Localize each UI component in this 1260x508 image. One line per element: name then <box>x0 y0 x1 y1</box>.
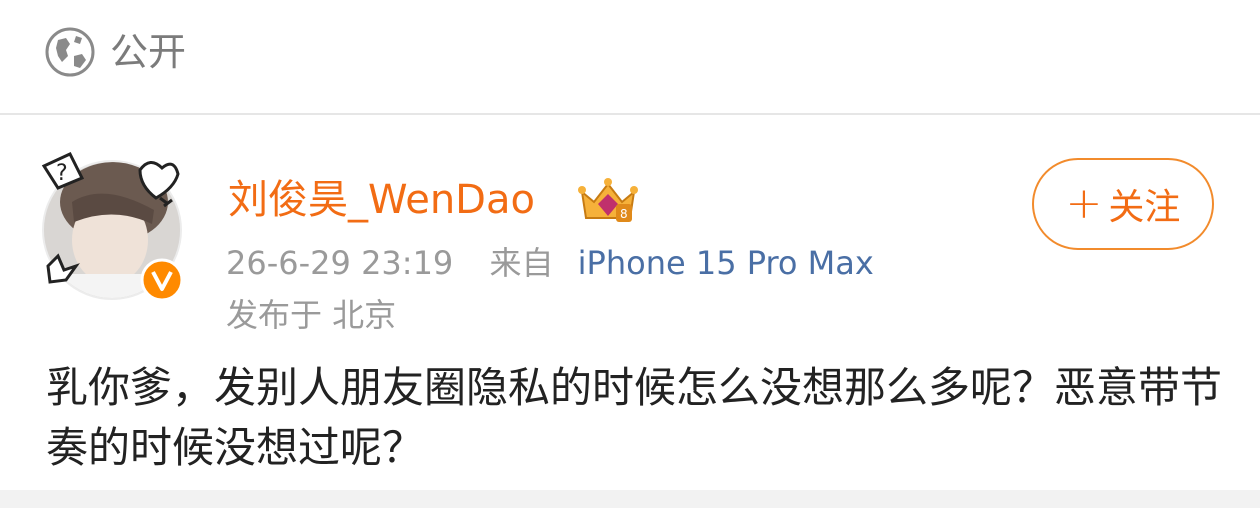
globe-icon <box>45 27 95 77</box>
visibility-label: 公开 <box>110 30 187 74</box>
source-prefix: 来自 <box>489 244 554 282</box>
follow-label: 关注 <box>1108 187 1181 228</box>
plus-icon: + <box>1065 178 1103 229</box>
svg-text:8: 8 <box>620 207 628 221</box>
post-text: 乳你爹，发别人朋友圈隐私的时候怎么没想那么多呢？恶意带节奏的时候没想过呢？ <box>46 363 1223 472</box>
follow-button[interactable]: + 关注 <box>1032 158 1214 250</box>
source-device-link[interactable]: iPhone 15 Pro Max <box>578 244 874 282</box>
crown-badge-icon[interactable]: 8 <box>576 174 642 226</box>
svg-text:?: ? <box>56 161 68 186</box>
post-time: 26-6-29 23:19 <box>226 244 454 282</box>
bottom-divider <box>0 490 1260 508</box>
verified-badge-icon <box>140 258 184 302</box>
author-name[interactable]: 刘俊昊_WenDao <box>228 174 535 226</box>
divider <box>0 113 1260 115</box>
visibility-bar[interactable]: 公开 <box>0 0 1260 113</box>
post-meta: 26-6-29 23:19 来自 iPhone 15 Pro Max <box>226 240 874 286</box>
post-location: 发布于 北京 <box>226 296 397 334</box>
